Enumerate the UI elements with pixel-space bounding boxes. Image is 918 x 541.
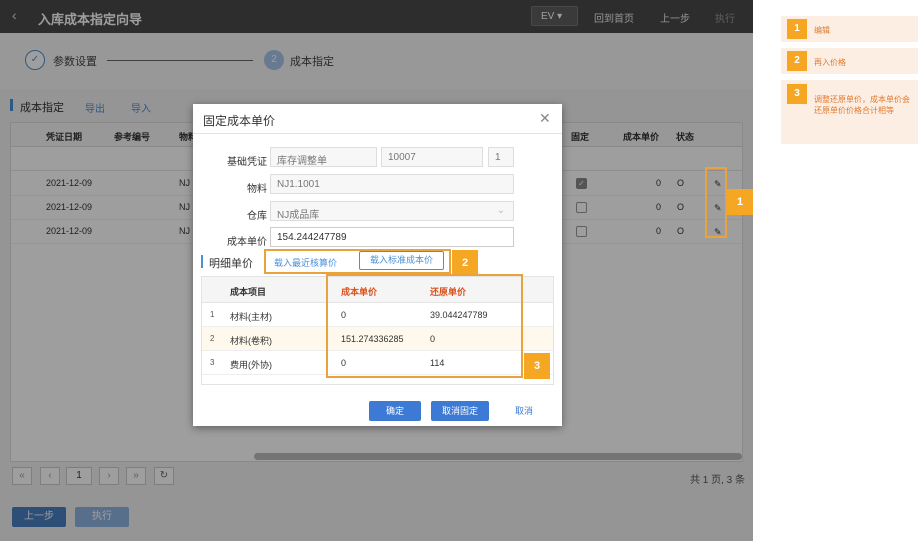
detail-section-title: 明细单价 xyxy=(209,258,253,270)
unit-cost-label: 成本单价 xyxy=(227,237,267,248)
basis-line-field: 1 xyxy=(488,147,514,167)
app-window: ‹ 入库成本指定向导 EV ▾ 回到首页 上一步 执行 ✓ 参数设置 2 成本指… xyxy=(0,0,753,541)
close-icon[interactable]: ✕ xyxy=(539,110,551,127)
legend-item-2: 2 再入价格 xyxy=(781,48,918,74)
chevron-down-icon: ⌄ xyxy=(496,205,505,216)
highlight-edit-icons xyxy=(705,167,727,238)
legend-item-1: 1 编辑 xyxy=(781,16,918,42)
cell-cost-item: 费用(外协) xyxy=(230,360,272,370)
detail-section-marker xyxy=(201,255,203,268)
cell-cost-item: 材料(卷积) xyxy=(230,336,272,346)
legend-text: 调整还原单价，成本单价会还原单价价格合计相等 xyxy=(814,95,910,115)
annotation-badge-1: 1 xyxy=(727,189,753,215)
legend-number: 2 xyxy=(787,51,807,71)
legend-item-3: 3 调整还原单价，成本单价会还原单价价格合计相等 xyxy=(781,80,918,144)
cancel-button[interactable]: 取消 xyxy=(506,401,542,421)
basis-label: 基础凭证 xyxy=(227,157,267,168)
legend-text: 编辑 xyxy=(814,26,830,35)
legend-number: 1 xyxy=(787,19,807,39)
basis-no-field: 10007 xyxy=(381,147,483,167)
warehouse-select: NJ成品库 ⌄ xyxy=(270,201,514,221)
warehouse-label: 仓库 xyxy=(247,211,267,222)
material-label: 物料 xyxy=(247,184,267,195)
confirm-button[interactable]: 确定 xyxy=(369,401,421,421)
cell-cost-item: 材料(主材) xyxy=(230,312,272,322)
unfix-button[interactable]: 取消固定 xyxy=(431,401,489,421)
highlight-price-columns xyxy=(326,274,523,378)
legend-text: 再入价格 xyxy=(814,58,846,67)
legend-number: 3 xyxy=(787,84,807,104)
col-cost-item: 成本项目 xyxy=(230,287,267,297)
annotation-badge-2: 2 xyxy=(452,250,478,276)
dialog-divider xyxy=(193,133,562,134)
dialog-title: 固定成本单价 xyxy=(203,114,276,128)
basis-type-field: 库存调整单 xyxy=(270,147,377,167)
highlight-load-buttons xyxy=(264,249,451,274)
material-field: NJ1.1001 xyxy=(270,174,514,194)
unit-cost-input[interactable]: 154.244247789 xyxy=(270,227,514,247)
annotation-badge-3: 3 xyxy=(524,353,550,379)
